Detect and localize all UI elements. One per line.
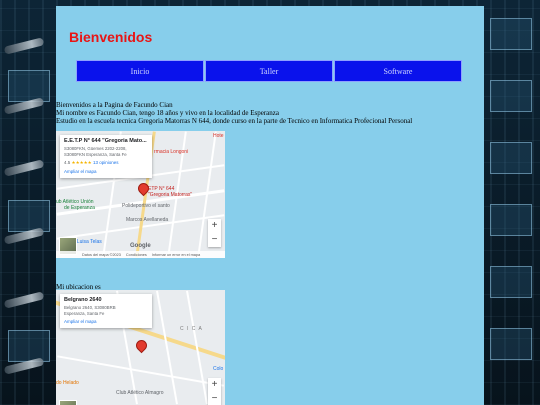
nav-inicio-button[interactable]: Inicio bbox=[76, 60, 204, 82]
footer-data: Datos del mapa ©2023 bbox=[82, 252, 121, 257]
school-label-2: "Gregoria Matorras" bbox=[148, 192, 193, 198]
zoom-in-button-2[interactable]: + bbox=[208, 378, 221, 392]
footer-terms[interactable]: Condiciones bbox=[126, 253, 147, 257]
school-address-2: S3080FKN Esperanza, Santa Fe bbox=[64, 151, 127, 157]
main-content: Bienvenidos Inicio Taller Software Bienv… bbox=[56, 6, 484, 405]
school-rating: 4.5 ★★★★★ 13 opiniones bbox=[64, 160, 148, 166]
hotel-label: Hote bbox=[213, 133, 224, 139]
colo-label: Colo bbox=[213, 366, 224, 372]
intro-line-2: Mi nombre es Facundo Cian, tengo 18 años… bbox=[56, 109, 279, 117]
club-label-2: de Esperanza bbox=[64, 205, 95, 211]
location-pin-icon[interactable] bbox=[133, 337, 150, 354]
location-map[interactable]: C I C A do Helado Club Atlético Almagro … bbox=[56, 290, 225, 405]
location-name: Belgrano 2640 bbox=[64, 297, 102, 303]
school-info-card: E.E.T.P N° 644 "Gregoria Mato... S3080FK… bbox=[60, 135, 152, 179]
intro-line-3: Estudio en la escuela tecnica Gregoria M… bbox=[56, 117, 413, 125]
pharmacy-label: rmacia Longoni bbox=[154, 149, 189, 155]
nav-taller-button[interactable]: Taller bbox=[205, 60, 333, 82]
intro-line-1: Bienvenidos a la Pagina de Facundo Cian bbox=[56, 101, 173, 109]
zoom-control-2: + − bbox=[208, 378, 221, 405]
location-address-2: Esperanza, Santa Fe bbox=[64, 310, 105, 316]
right-decoration bbox=[482, 0, 540, 405]
page-title: Bienvenidos bbox=[69, 29, 153, 45]
zoom-in-button[interactable]: + bbox=[208, 219, 221, 233]
nav-software-button[interactable]: Software bbox=[334, 60, 462, 82]
zoom-out-button-2[interactable]: − bbox=[208, 392, 221, 405]
area-label: C I C A bbox=[180, 326, 203, 332]
nav-bar: Inicio Taller Software bbox=[76, 60, 462, 82]
school-map[interactable]: Hote rmacia Longoni ETP N° 644 "Gregoria… bbox=[56, 131, 225, 258]
street-label: Marcos Avellaneda bbox=[126, 217, 169, 223]
left-decoration bbox=[0, 0, 56, 405]
center-label: Polideportivo el santo bbox=[122, 203, 170, 209]
club-almagro-label: Club Atlético Almagro bbox=[116, 390, 164, 396]
map-footer: Datos del mapa ©2023 Condiciones Informa… bbox=[56, 251, 225, 258]
location-info-card: Belgrano 2640 Belgrano 2640, S3080BRB Es… bbox=[60, 294, 152, 329]
google-logo: Google bbox=[130, 243, 151, 249]
enlarge-map-link[interactable]: Ampliar el mapa bbox=[64, 169, 148, 174]
star-icon: ★★★★★ bbox=[71, 160, 92, 166]
school-name: E.E.T.P N° 644 "Gregoria Mato... bbox=[64, 138, 147, 144]
icecream-label: do Helado bbox=[56, 380, 79, 386]
enlarge-map-link-2[interactable]: Ampliar el mapa bbox=[64, 319, 148, 324]
zoom-control: + − bbox=[208, 219, 221, 247]
footer-report[interactable]: Informar un error en el mapa bbox=[152, 253, 200, 257]
reviews-link[interactable]: 13 opiniones bbox=[93, 160, 119, 165]
zoom-out-button[interactable]: − bbox=[208, 233, 221, 247]
satellite-toggle-2[interactable] bbox=[59, 400, 77, 405]
rating-value: 4.5 bbox=[64, 160, 71, 166]
